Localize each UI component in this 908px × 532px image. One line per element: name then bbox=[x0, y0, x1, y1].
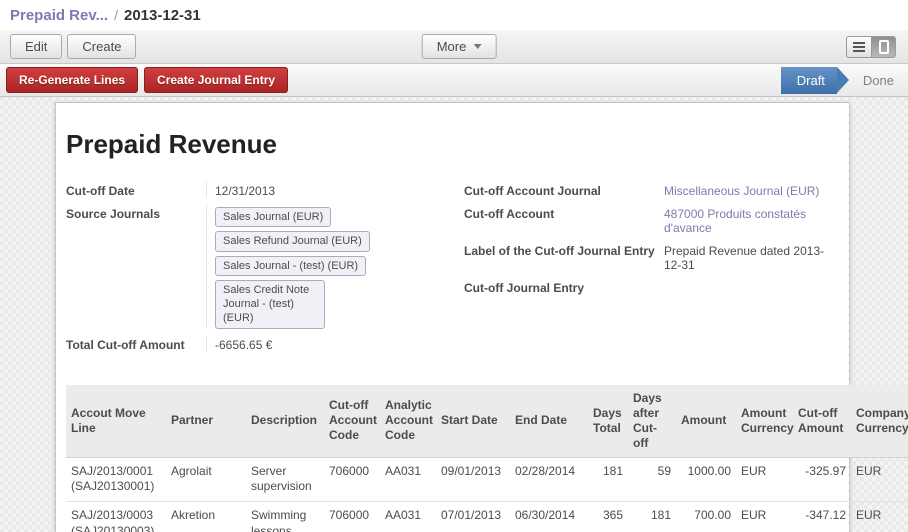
page-title: Prepaid Revenue bbox=[66, 129, 849, 160]
cutoff-lines-section: Accout Move Line Partner Description Cut… bbox=[66, 385, 908, 532]
field-source-journals: Source Journals Sales Journal (EUR) Sale… bbox=[66, 205, 464, 329]
journal-entry-label-value: Prepaid Revenue dated 2013-12-31 bbox=[664, 242, 839, 272]
source-journals-value: Sales Journal (EUR) Sales Refund Journal… bbox=[206, 205, 462, 329]
table-row[interactable]: SAJ/2013/0001 (SAJ20130001) Agrolait Ser… bbox=[66, 457, 908, 501]
create-button[interactable]: Create bbox=[67, 34, 136, 59]
form-view-icon bbox=[879, 40, 889, 54]
table-row[interactable]: SAJ/2013/0003 (SAJ20130003) Akretion Swi… bbox=[66, 501, 908, 532]
action-bar: Re-Generate Lines Create Journal Entry D… bbox=[0, 64, 908, 97]
journal-entry-label-label: Label of the Cut-off Journal Entry bbox=[464, 242, 664, 272]
edit-button[interactable]: Edit bbox=[10, 34, 62, 59]
field-cutoff-date: Cut-off Date 12/31/2013 bbox=[66, 182, 464, 198]
cell-company-currency: EUR bbox=[851, 501, 908, 532]
cell-amount-currency: EUR bbox=[736, 457, 793, 501]
cell-cutoff-account-code: 706000 bbox=[324, 457, 380, 501]
cell-cutoff-amount: -325.97 bbox=[793, 457, 851, 501]
col-analytic-account-code: Analytic Account Code bbox=[380, 385, 436, 458]
col-days-total: Days Total bbox=[588, 385, 628, 458]
table-header-row: Accout Move Line Partner Description Cut… bbox=[66, 385, 908, 458]
cell-end-date: 02/28/2014 bbox=[510, 457, 588, 501]
cell-end-date: 06/30/2014 bbox=[510, 501, 588, 532]
breadcrumb-parent-link[interactable]: Prepaid Rev... bbox=[10, 7, 108, 24]
cell-days-total: 365 bbox=[588, 501, 628, 532]
cell-company-currency: EUR bbox=[851, 457, 908, 501]
cutoff-lines-table: Accout Move Line Partner Description Cut… bbox=[66, 385, 908, 532]
col-company-currency: Company Currency bbox=[851, 385, 908, 458]
fields-grid: Cut-off Date 12/31/2013 Source Journals … bbox=[66, 182, 849, 359]
cell-cutoff-amount: -347.12 bbox=[793, 501, 851, 532]
field-journal-entry-label: Label of the Cut-off Journal Entry Prepa… bbox=[464, 242, 849, 272]
cutoff-account-journal-link[interactable]: Miscellaneous Journal (EUR) bbox=[664, 182, 839, 198]
cell-start-date: 07/01/2013 bbox=[436, 501, 510, 532]
cutoff-account-link[interactable]: 487000 Produits constatés d'avance bbox=[664, 205, 839, 235]
fields-column-right: Cut-off Account Journal Miscellaneous Jo… bbox=[464, 182, 849, 359]
breadcrumb-current: 2013-12-31 bbox=[124, 7, 201, 24]
cutoff-journal-entry-label: Cut-off Journal Entry bbox=[464, 279, 664, 295]
source-journals-label: Source Journals bbox=[66, 205, 206, 329]
cell-days-after-cutoff: 59 bbox=[628, 457, 676, 501]
breadcrumb-separator: / bbox=[114, 7, 118, 23]
more-dropdown-button[interactable]: More bbox=[422, 34, 497, 59]
cutoff-account-journal-label: Cut-off Account Journal bbox=[464, 182, 664, 198]
view-switcher bbox=[846, 36, 896, 58]
statusbar: Draft Done bbox=[781, 64, 894, 97]
cell-cutoff-account-code: 706000 bbox=[324, 501, 380, 532]
list-view-icon bbox=[853, 42, 865, 52]
content-area: Prepaid Revenue Cut-off Date 12/31/2013 … bbox=[0, 97, 908, 532]
cutoff-date-value: 12/31/2013 bbox=[206, 182, 462, 198]
more-label: More bbox=[437, 39, 467, 54]
col-cutoff-account-code: Cut-off Account Code bbox=[324, 385, 380, 458]
cell-analytic-account-code: AA031 bbox=[380, 457, 436, 501]
cell-days-after-cutoff: 181 bbox=[628, 501, 676, 532]
col-end-date: End Date bbox=[510, 385, 588, 458]
status-done: Done bbox=[863, 73, 894, 88]
cell-days-total: 181 bbox=[588, 457, 628, 501]
breadcrumb: Prepaid Rev... / 2013-12-31 bbox=[0, 0, 908, 30]
cell-amount-currency: EUR bbox=[736, 501, 793, 532]
chevron-down-icon bbox=[473, 44, 481, 49]
col-cutoff-amount: Cut-off Amount bbox=[793, 385, 851, 458]
journal-tag: Sales Refund Journal (EUR) bbox=[215, 231, 370, 251]
form-sheet: Prepaid Revenue Cut-off Date 12/31/2013 … bbox=[55, 102, 850, 532]
journal-tag: Sales Credit Note Journal - (test) (EUR) bbox=[215, 280, 325, 329]
fields-column-left: Cut-off Date 12/31/2013 Source Journals … bbox=[66, 182, 464, 359]
cell-move-line: SAJ/2013/0001 (SAJ20130001) bbox=[66, 457, 166, 501]
cutoff-date-label: Cut-off Date bbox=[66, 182, 206, 198]
cell-partner: Agrolait bbox=[166, 457, 246, 501]
col-description: Description bbox=[246, 385, 324, 458]
cutoff-account-label: Cut-off Account bbox=[464, 205, 664, 235]
journal-tag: Sales Journal - (test) (EUR) bbox=[215, 256, 366, 276]
list-view-button[interactable] bbox=[846, 36, 871, 58]
toolbar: Edit Create More bbox=[0, 30, 908, 64]
regenerate-lines-button[interactable]: Re-Generate Lines bbox=[6, 67, 138, 93]
field-cutoff-journal-entry: Cut-off Journal Entry bbox=[464, 279, 849, 295]
cutoff-journal-entry-value bbox=[664, 279, 839, 295]
cell-description: Swimming lessons bbox=[246, 501, 324, 532]
col-amount: Amount bbox=[676, 385, 736, 458]
cell-partner: Akretion bbox=[166, 501, 246, 532]
status-draft: Draft bbox=[781, 67, 837, 94]
field-cutoff-account: Cut-off Account 487000 Produits constaté… bbox=[464, 205, 849, 235]
col-partner: Partner bbox=[166, 385, 246, 458]
journal-tag: Sales Journal (EUR) bbox=[215, 207, 331, 227]
field-total-cutoff-amount: Total Cut-off Amount -6656.65 € bbox=[66, 336, 464, 352]
cell-description: Server supervision bbox=[246, 457, 324, 501]
field-cutoff-account-journal: Cut-off Account Journal Miscellaneous Jo… bbox=[464, 182, 849, 198]
cell-start-date: 09/01/2013 bbox=[436, 457, 510, 501]
form-view-button[interactable] bbox=[871, 36, 896, 58]
cell-amount: 700.00 bbox=[676, 501, 736, 532]
col-days-after-cutoff: Days after Cut-off bbox=[628, 385, 676, 458]
cell-amount: 1000.00 bbox=[676, 457, 736, 501]
col-account-move-line: Accout Move Line bbox=[66, 385, 166, 458]
total-cutoff-amount-value: -6656.65 € bbox=[206, 336, 462, 352]
total-cutoff-amount-label: Total Cut-off Amount bbox=[66, 336, 206, 352]
journal-tags: Sales Journal (EUR) Sales Refund Journal… bbox=[215, 207, 465, 329]
cell-move-line: SAJ/2013/0003 (SAJ20130003) bbox=[66, 501, 166, 532]
cell-analytic-account-code: AA031 bbox=[380, 501, 436, 532]
create-journal-entry-button[interactable]: Create Journal Entry bbox=[144, 67, 288, 93]
col-start-date: Start Date bbox=[436, 385, 510, 458]
col-amount-currency: Amount Currency bbox=[736, 385, 793, 458]
